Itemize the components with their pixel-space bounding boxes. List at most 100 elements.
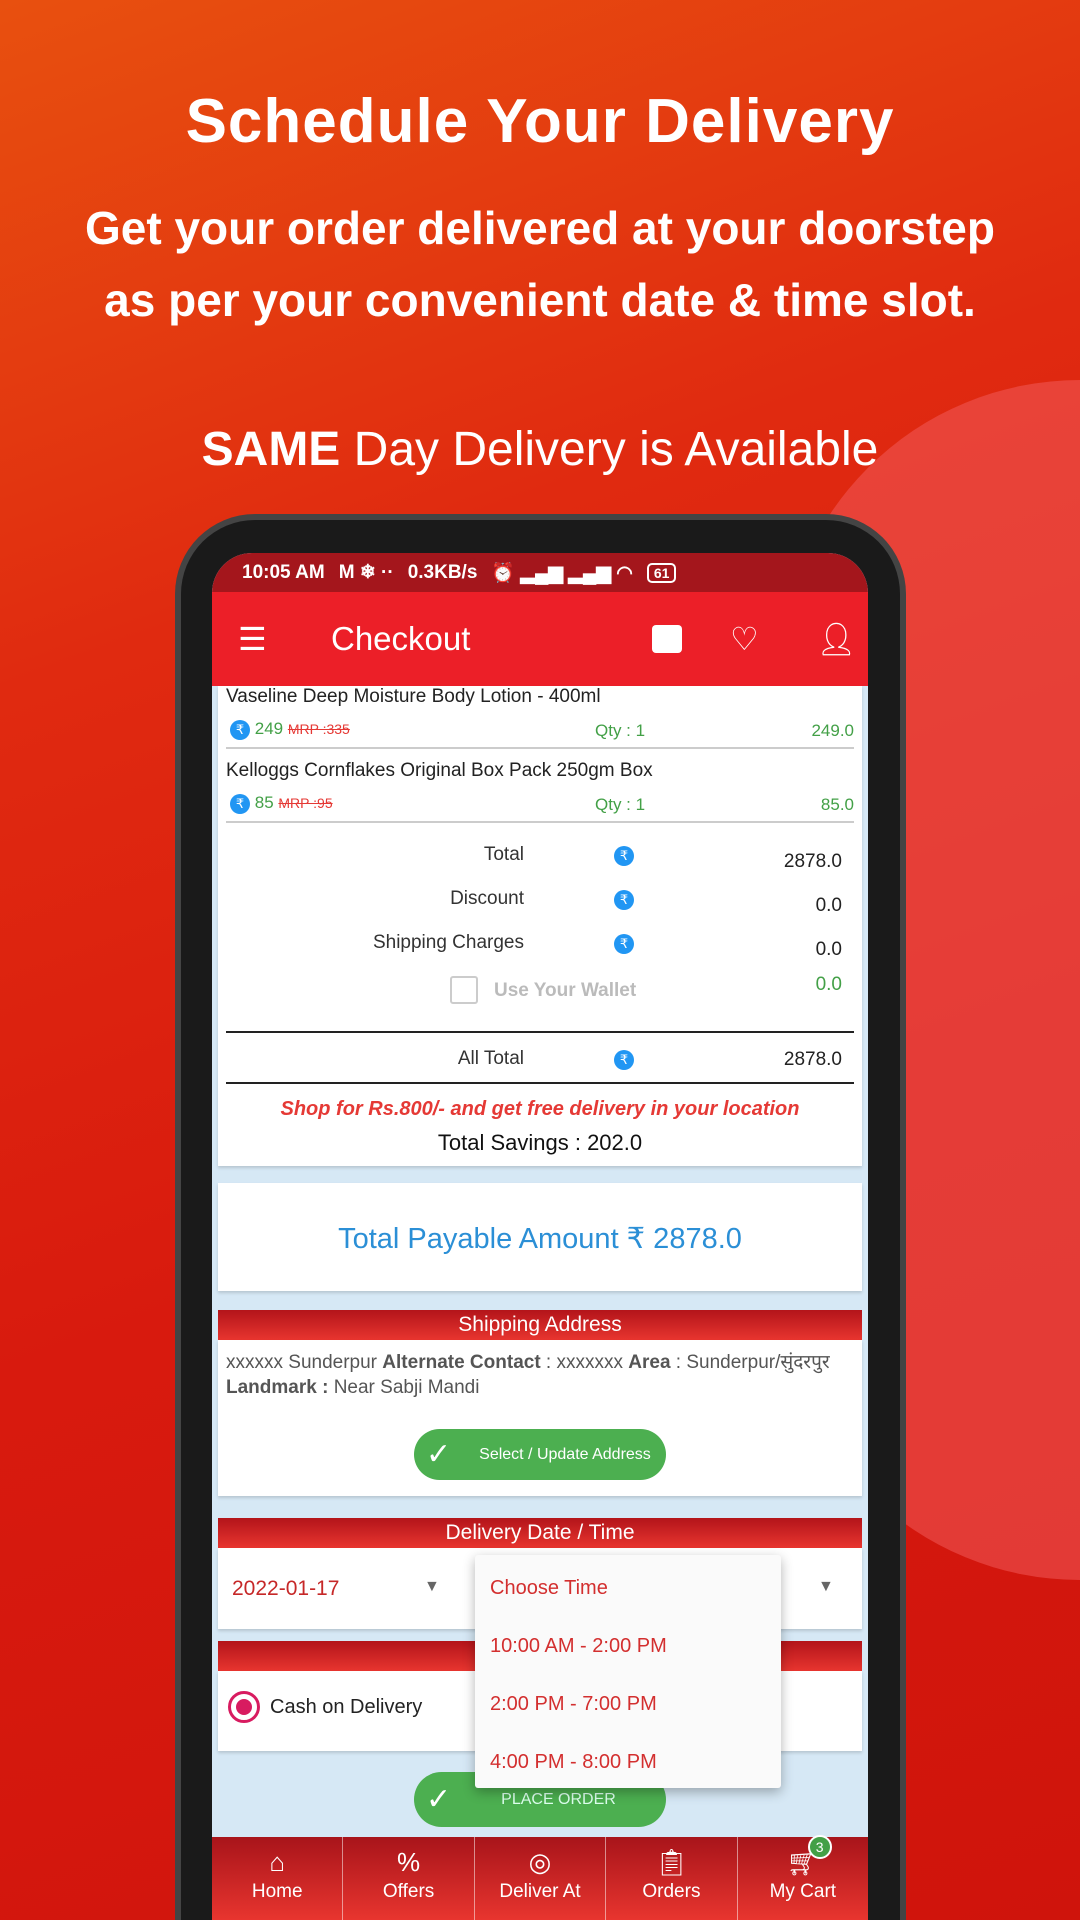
- subtitle-bold: date & time slot.: [620, 274, 976, 326]
- button-label: Select / Update Address: [479, 1445, 651, 1463]
- item-qty: Qty : 1: [595, 795, 646, 814]
- select-update-address-button[interactable]: ✓ Select / Update Address: [414, 1429, 666, 1480]
- subtitle-line1: Get your order delivered at your doorste…: [85, 202, 995, 254]
- time-option[interactable]: 10:00 AM - 2:00 PM: [490, 1635, 667, 1658]
- area: : Sunderpur/सुंदरपुर: [670, 1352, 830, 1373]
- area-label: Area: [628, 1352, 671, 1373]
- location-icon: ◎: [528, 1847, 552, 1877]
- rupee-icon: ₹: [230, 720, 250, 740]
- cod-label: Cash on Delivery: [270, 1696, 423, 1718]
- rupee-icon: ₹: [614, 934, 634, 954]
- nav-label: Home: [251, 1881, 303, 1902]
- hero-subtitle: Get your order delivered at your doorste…: [0, 192, 1080, 336]
- free-delivery-promo: Shop for Rs.800/- and get free delivery …: [280, 1098, 800, 1120]
- item-name: Vaseline Deep Moisture Body Lotion - 400…: [226, 686, 601, 707]
- item-price-row: ₹ 249 MRP :335: [230, 719, 350, 740]
- hero-title: Schedule Your Delivery: [185, 87, 895, 156]
- time-option[interactable]: Choose Time: [490, 1577, 608, 1600]
- address-text: xxxxxx Sunderpur Alternate Contact : xxx…: [226, 1350, 858, 1400]
- item-mrp: MRP :95: [278, 795, 333, 811]
- dropdown-arrow-icon[interactable]: ▼: [424, 1578, 440, 1596]
- same-bold: SAME: [201, 423, 341, 476]
- check-icon: ✓: [426, 1783, 452, 1816]
- app-bar: ☰ Checkout ♡ 👤︎: [212, 592, 868, 686]
- nav-label: Orders: [642, 1881, 701, 1902]
- discount-label: Discount: [450, 888, 524, 909]
- nav-offers[interactable]: % Offers: [343, 1837, 475, 1920]
- all-total-label: All Total: [457, 1048, 524, 1069]
- shipping-label: Shipping Charges: [372, 932, 524, 953]
- total-value: 2878.0: [783, 851, 842, 872]
- total-savings: Total Savings : 202.0: [437, 1130, 643, 1155]
- shipping-value: 0.0: [815, 939, 842, 960]
- offers-icon: %: [397, 1847, 421, 1877]
- item-price-row: ₹ 85 MRP :95: [230, 793, 333, 814]
- nav-my-cart[interactable]: 🛒︎ My Cart 3: [738, 1835, 868, 1920]
- item-mrp: MRP :335: [287, 721, 350, 737]
- item-price: 85: [254, 793, 274, 812]
- alt-contact: : xxxxxxx: [540, 1352, 629, 1373]
- all-total-value: 2878.0: [783, 1049, 842, 1070]
- item-price: 249: [254, 719, 284, 738]
- rupee-icon: ₹: [230, 794, 250, 814]
- button-label: PLACE ORDER: [501, 1790, 616, 1808]
- network-speed: 0.3KB/s: [407, 561, 478, 583]
- check-icon: ✓: [426, 1438, 452, 1471]
- discount-value: 0.0: [815, 895, 842, 916]
- nav-label: Offers: [382, 1881, 435, 1902]
- landmark-label: Landmark :: [226, 1377, 329, 1398]
- wallet-value: 0.0: [815, 974, 842, 995]
- cod-radio[interactable]: [228, 1691, 260, 1723]
- address-line: xxxxxx Sunderpur: [226, 1352, 383, 1373]
- delivery-date-header: Delivery Date / Time: [218, 1518, 862, 1548]
- divider: [226, 1031, 854, 1033]
- item-name: Kelloggs Cornflakes Original Box Pack 25…: [226, 760, 653, 781]
- battery-icon: 61: [646, 562, 677, 583]
- date-select[interactable]: 2022-01-17: [232, 1577, 339, 1601]
- phone-screen: 10:05 AM M ❄ ·· 0.3KB/s ⏰ ▂▄▆ ▂▄▆ ◠ 61 ☰…: [212, 553, 868, 1920]
- status-bar: 10:05 AM M ❄ ·· 0.3KB/s ⏰ ▂▄▆ ▂▄▆ ◠ 61: [212, 553, 868, 592]
- rupee-icon: ₹: [614, 846, 634, 866]
- menu-icon[interactable]: ☰: [238, 620, 267, 658]
- same-day-text: SAME Day Delivery is Available: [0, 422, 1080, 477]
- home-icon: ⌂: [269, 1847, 286, 1877]
- user-icon[interactable]: 👤︎: [816, 620, 857, 658]
- subtitle-line2: as per your convenient: [104, 274, 621, 326]
- total-label: Total: [483, 844, 524, 865]
- rupee-icon: ₹: [614, 1050, 634, 1070]
- wallet-checkbox[interactable]: [450, 976, 478, 1004]
- order-summary-card: Vaseline Deep Moisture Body Lotion - 400…: [218, 686, 862, 1166]
- item-total: 249.0: [811, 721, 854, 740]
- cart-icon: 🛒︎: [786, 1847, 820, 1877]
- rupee-icon: ₹: [614, 890, 634, 910]
- time-dropdown-menu: Choose Time 10:00 AM - 2:00 PM 2:00 PM -…: [475, 1555, 781, 1788]
- nav-label: My Cart: [769, 1881, 837, 1902]
- item-total: 85.0: [820, 795, 854, 814]
- nav-deliver-at[interactable]: ◎ Deliver At: [475, 1837, 607, 1920]
- alt-contact-label: Alternate Contact: [382, 1352, 541, 1373]
- divider: [226, 747, 854, 749]
- nav-label: Deliver At: [499, 1881, 581, 1902]
- time-option[interactable]: 2:00 PM - 7:00 PM: [490, 1693, 657, 1716]
- dropdown-arrow-icon[interactable]: ▼: [818, 1578, 834, 1596]
- same-rest: Day Delivery is Available: [340, 423, 879, 476]
- bottom-nav: ⌂ Home % Offers ◎ Deliver At 📋︎ Orders 🛒︎ My …: [212, 1835, 868, 1920]
- notification-icons: M ❄ ··: [338, 562, 394, 583]
- page-title: Checkout: [331, 620, 471, 657]
- wallet-icon[interactable]: [652, 625, 682, 653]
- shipping-address-card: xxxxxx Sunderpur Alternate Contact : xxx…: [218, 1340, 862, 1496]
- heart-icon[interactable]: ♡: [730, 620, 759, 658]
- nav-orders[interactable]: 📋︎ Orders: [606, 1837, 738, 1920]
- signal-icons: ⏰ ▂▄▆ ▂▄▆ ◠: [491, 562, 633, 584]
- time-option[interactable]: 4:00 PM - 8:00 PM: [490, 1751, 657, 1774]
- nav-home[interactable]: ⌂ Home: [212, 1837, 344, 1920]
- divider: [226, 1082, 854, 1084]
- wallet-label: Use Your Wallet: [494, 980, 637, 1001]
- status-time: 10:05 AM: [242, 561, 325, 583]
- item-qty: Qty : 1: [595, 721, 646, 740]
- cart-badge: 3: [807, 1835, 832, 1859]
- landmark: Near Sabji Mandi: [328, 1377, 480, 1398]
- shipping-address-header: Shipping Address: [218, 1310, 862, 1340]
- divider: [226, 821, 854, 823]
- payable-card: Total Payable Amount ₹ 2878.0: [218, 1183, 862, 1291]
